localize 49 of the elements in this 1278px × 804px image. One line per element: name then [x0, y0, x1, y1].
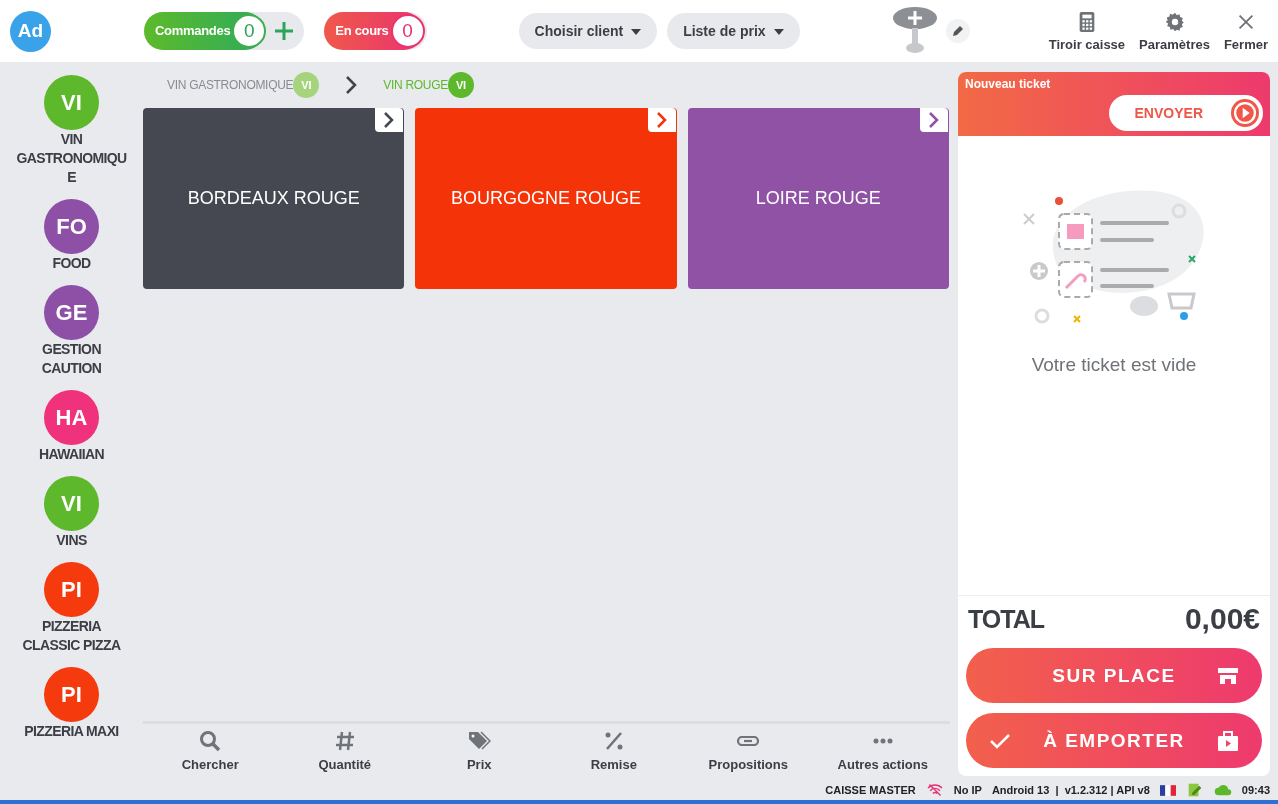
chevron-right-icon	[646, 108, 677, 132]
order-mode-button[interactable]: À EMPORTER	[966, 713, 1262, 768]
category-item[interactable]: PI PIZZERIA CLASSIC PIZZA	[4, 562, 139, 655]
toolbar-button[interactable]: Quantité	[277, 724, 412, 776]
device-name: CAISSE MASTER	[825, 784, 916, 796]
pencil-icon[interactable]	[945, 19, 970, 43]
category-item[interactable]: GE GESTION CAUTION	[4, 285, 139, 378]
settings-icon	[1163, 10, 1186, 33]
system-info: Android 13 | v1.2.312 | API v8	[991, 784, 1150, 796]
category-item[interactable]: FO FOOD	[4, 199, 139, 273]
table-add-icon[interactable]	[891, 6, 938, 56]
flag-icon	[1159, 784, 1176, 796]
in-progress-button[interactable]: En cours 0	[324, 12, 427, 50]
category-item[interactable]: HA HAWAIIAN	[4, 390, 139, 464]
category-item[interactable]: VI VINS	[4, 476, 139, 550]
search-icon	[198, 728, 223, 753]
caret-icon	[773, 29, 784, 36]
toolbar-button[interactable]: Chercher	[143, 724, 278, 776]
network-status: No IP	[953, 784, 982, 796]
chevron-right-icon	[345, 75, 358, 95]
dropdown-button[interactable]: Liste de prix	[667, 13, 800, 49]
category-item[interactable]: PI PIZZERIA MAXI	[4, 667, 139, 741]
total-label: TOTAL	[968, 604, 1044, 634]
close-button[interactable]: Fermer	[1223, 10, 1268, 52]
settings-button[interactable]: Paramètres	[1139, 10, 1210, 52]
chevron-right-icon	[919, 108, 949, 132]
toolbar-button[interactable]: Propositions	[681, 724, 816, 776]
total-amount: 0,00€	[1184, 602, 1260, 636]
clock-time: 09:43	[1241, 784, 1270, 796]
wifi-off-icon	[925, 783, 944, 797]
chevron-right-icon	[374, 108, 405, 132]
dropdown-button[interactable]: Choisir client	[518, 13, 658, 49]
product-tile[interactable]: BORDEAUX ROUGE	[143, 108, 405, 289]
ticket-title: Nouveau ticket	[965, 77, 1052, 91]
product-tile[interactable]: BOURGOGNE ROUGE	[415, 108, 677, 289]
toolbar-button[interactable]: Remise	[546, 724, 681, 776]
empty-ticket-message: Votre ticket est vide	[1031, 354, 1197, 376]
caret-icon	[631, 29, 642, 36]
more-icon	[871, 737, 894, 744]
bag-icon	[1216, 728, 1240, 753]
link-icon	[737, 735, 760, 746]
play-icon	[1231, 99, 1259, 127]
toolbar-button[interactable]: Autres actions	[815, 724, 950, 776]
toolbar-button[interactable]: Prix	[412, 724, 547, 776]
product-tile[interactable]: LOIRE ROUGE	[687, 108, 949, 289]
order-mode-button[interactable]: SUR PLACE	[966, 648, 1262, 703]
category-item[interactable]: VI VIN GASTRONOMIQUE	[4, 75, 139, 187]
cloud-icon	[1213, 783, 1232, 797]
cash-drawer-button[interactable]: Tiroir caisse	[1048, 10, 1126, 52]
